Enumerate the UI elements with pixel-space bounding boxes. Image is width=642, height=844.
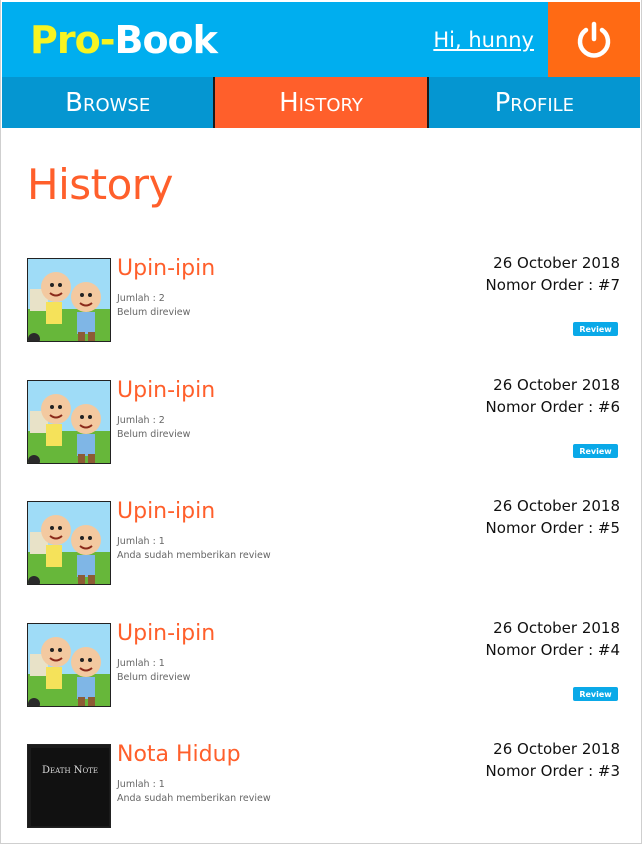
review-button[interactable]: Review [573,444,618,458]
order-item: Death Note Nota Hidup Jumlah : 1 Anda sudah… [0,728,642,838]
brand-logo[interactable]: Pro-Book [30,16,218,64]
book-title-link[interactable]: Upin-ipin [117,378,215,403]
order-item: Upin-ipin Jumlah : 1 Belum direview 26 Octo… [0,607,642,717]
book-title-link[interactable]: Nota Hidup [117,742,241,767]
tab-browse[interactable]: Browse [2,77,214,128]
logout-button[interactable] [548,2,640,77]
death-note-cover[interactable]: Death Note [27,744,111,828]
order-quantity: Jumlah : 1 [117,658,165,669]
brand-dash: - [99,18,116,62]
order-number: Nomor Order : #6 [485,398,620,416]
app-header: Pro-Book Hi, hunny [2,2,640,77]
tab-history[interactable]: History [213,77,429,128]
order-item: Upin-ipin Jumlah : 2 Belum direview 26 Octo… [0,364,642,474]
order-number: Nomor Order : #3 [485,762,620,780]
review-status: Belum direview [117,429,191,440]
book-title-link[interactable]: Upin-ipin [117,256,215,281]
order-quantity: Jumlah : 2 [117,415,165,426]
review-status: Anda sudah memberikan review [117,550,271,561]
order-date: 26 October 2018 [493,376,620,394]
order-item: Upin-ipin Jumlah : 1 Anda sudah memberikan… [0,485,642,595]
review-status: Belum direview [117,672,191,683]
tab-profile[interactable]: Profile [428,77,640,128]
review-status: Anda sudah memberikan review [117,793,271,804]
upin-ipin-cover[interactable] [27,258,111,342]
order-number: Nomor Order : #4 [485,641,620,659]
order-quantity: Jumlah : 1 [117,779,165,790]
order-number: Nomor Order : #7 [485,276,620,294]
book-title-link[interactable]: Upin-ipin [117,621,215,646]
cover-title-text: Death Note [42,765,99,776]
order-quantity: Jumlah : 2 [117,293,165,304]
order-item: Upin-ipin Jumlah : 2 Belum direview 26 Octo… [0,242,642,352]
order-number: Nomor Order : #5 [485,519,620,537]
order-date: 26 October 2018 [493,497,620,515]
review-status: Belum direview [117,307,191,318]
power-icon [577,21,611,58]
upin-ipin-cover[interactable] [27,501,111,585]
order-date: 26 October 2018 [493,619,620,637]
page-title: History [27,160,173,209]
book-title-link[interactable]: Upin-ipin [117,499,215,524]
review-button[interactable]: Review [573,322,618,336]
review-button[interactable]: Review [573,687,618,701]
upin-ipin-cover[interactable] [27,380,111,464]
brand-pro: Pro [30,18,101,62]
order-date: 26 October 2018 [493,254,620,272]
user-greeting-link[interactable]: Hi, hunny [433,28,534,52]
order-quantity: Jumlah : 1 [117,536,165,547]
main-nav: Browse History Profile [2,77,640,128]
upin-ipin-cover[interactable] [27,623,111,707]
order-date: 26 October 2018 [493,740,620,758]
brand-book: Book [114,18,217,62]
